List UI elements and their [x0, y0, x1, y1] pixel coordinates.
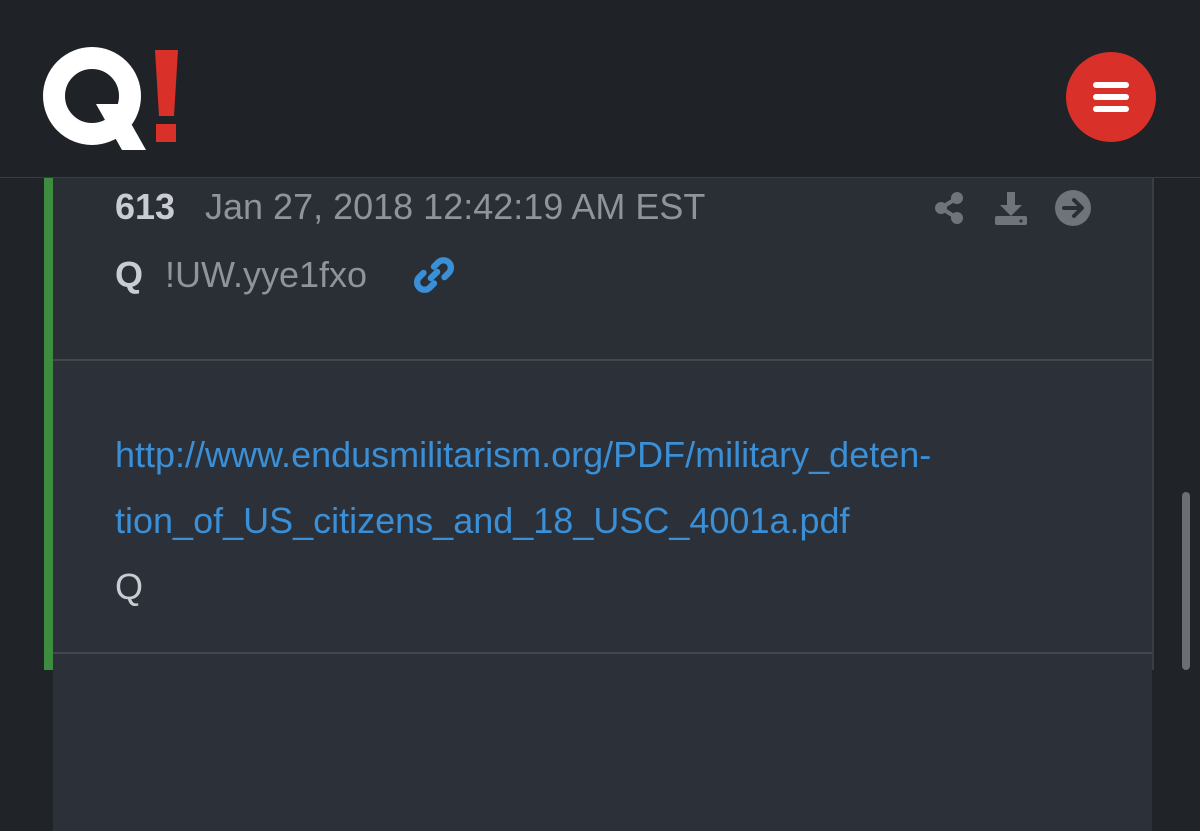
menu-button[interactable] — [1066, 52, 1156, 142]
arrow-right-icon[interactable] — [1053, 188, 1093, 228]
share-icon[interactable] — [929, 188, 969, 228]
hamburger-icon — [1093, 82, 1129, 88]
top-bar — [0, 0, 1200, 178]
post-card: 613 Jan 27, 2018 12:42:19 AM EST Q !UW.y… — [44, 178, 1154, 831]
q-logo[interactable] — [42, 44, 182, 154]
post-link-line-2[interactable]: tion_of_US_citizens_and_18_USC_4001a.pdf — [115, 500, 850, 542]
link-icon[interactable] — [413, 254, 455, 296]
post-link-line-1[interactable]: http://www.endusmilitarism.org/PDF/milit… — [115, 434, 931, 476]
post-body — [53, 361, 1152, 831]
author-tripcode: !UW.yye1fxo — [165, 254, 368, 295]
download-icon[interactable] — [991, 188, 1031, 228]
bottom-divider — [53, 652, 1152, 654]
post-timestamp: Jan 27, 2018 12:42:19 AM EST — [205, 186, 706, 227]
scrollbar-thumb[interactable] — [1182, 492, 1190, 670]
post-signature: Q — [115, 566, 144, 607]
author-name: Q — [115, 254, 144, 295]
post-header: 613 Jan 27, 2018 12:42:19 AM EST Q !UW.y… — [53, 178, 1152, 360]
post-number: 613 — [115, 186, 176, 227]
